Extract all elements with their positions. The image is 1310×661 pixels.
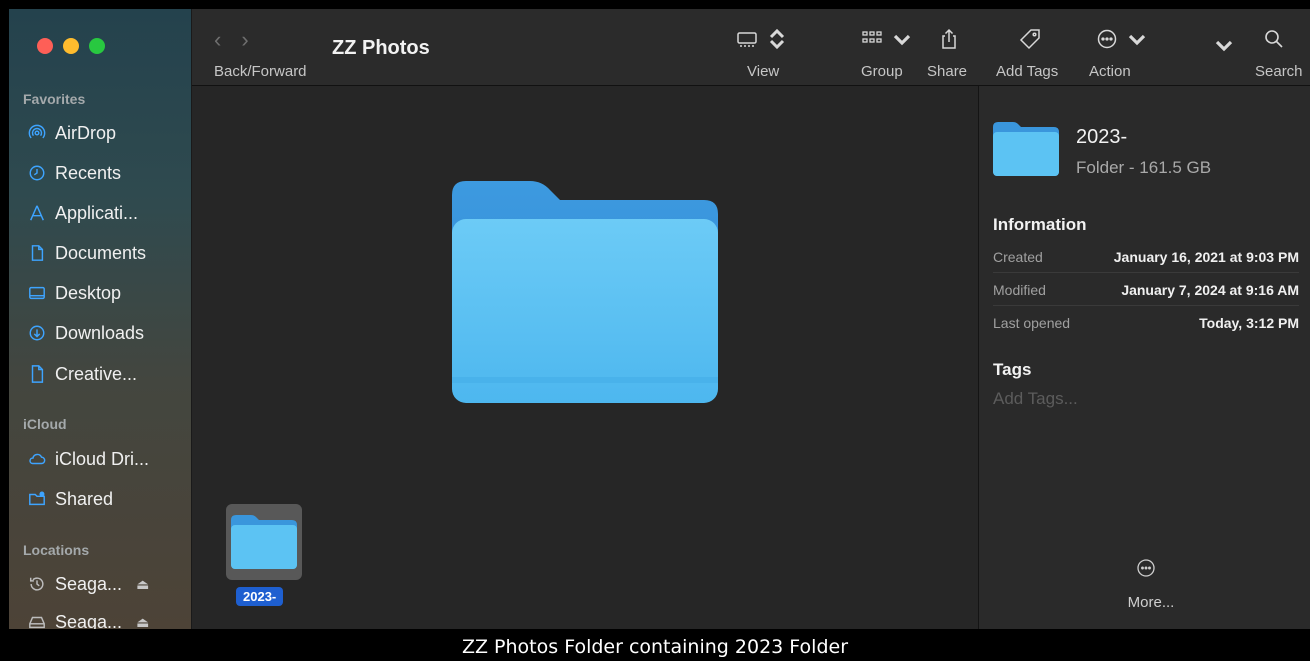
sidebar-item-label: Downloads	[55, 322, 145, 343]
add-tags-button[interactable]	[1018, 27, 1042, 51]
cloud-icon	[27, 449, 47, 469]
folder-preview-icon	[452, 181, 718, 403]
info-key: Modified	[993, 281, 1046, 298]
share-button[interactable]	[937, 27, 961, 51]
tags-heading: Tags	[993, 360, 1032, 379]
info-key: Created	[993, 248, 1043, 265]
group-button[interactable]	[860, 27, 914, 51]
download-icon	[27, 323, 47, 343]
view-icon	[737, 32, 757, 47]
info-row-last-opened: Last opened Today, 3:12 PM	[993, 307, 1299, 339]
tag-icon	[1019, 29, 1040, 50]
chevron-down-icon	[1215, 40, 1233, 52]
chevron-down-icon	[1128, 34, 1146, 46]
sidebar-item-label: Recents	[55, 162, 122, 183]
preview-pane: 2023- Folder - 161.5 GB Information Crea…	[978, 86, 1310, 629]
clock-icon	[27, 163, 47, 183]
time-machine-icon	[27, 574, 47, 594]
finder-window: Favorites AirDrop Recents Applicati... D…	[9, 9, 1310, 629]
sidebar-item-downloads[interactable]: Downloads	[19, 316, 187, 350]
item-name: 2023-	[1076, 126, 1128, 148]
forward-chevron-icon[interactable]: ›	[241, 27, 248, 53]
sidebar-item-label: Desktop	[55, 282, 122, 303]
sidebar-item-label: Seaga...	[55, 611, 123, 630]
back-forward-control: ‹ ›	[214, 27, 249, 53]
eject-icon[interactable]: ⏏	[136, 614, 149, 630]
more-icon[interactable]	[1136, 558, 1156, 578]
sidebar-item-label: Seaga...	[55, 573, 123, 594]
search-icon	[1265, 30, 1283, 48]
ellipsis-circle-icon	[1097, 29, 1117, 49]
favorites-heading: Favorites	[23, 91, 86, 107]
window-controls	[37, 38, 105, 54]
sidebar-item-desktop[interactable]: Desktop	[19, 276, 187, 310]
view-label: View	[747, 63, 780, 80]
action-button[interactable]	[1095, 27, 1149, 51]
zoom-button[interactable]	[89, 38, 105, 54]
sidebar-item-seagate-1[interactable]: Seaga... ⏏	[19, 567, 187, 601]
chevron-down-icon	[893, 34, 911, 46]
folder-icon	[993, 122, 1059, 176]
sidebar-item-label: AirDrop	[55, 122, 117, 143]
sidebar-item-label: Shared	[55, 488, 114, 509]
info-row-modified: Modified January 7, 2024 at 9:16 AM	[993, 274, 1299, 306]
group-icon	[862, 31, 882, 43]
file-browser-content[interactable]: 2023-	[192, 86, 978, 629]
more-button-label[interactable]: More...	[979, 594, 1310, 611]
sidebar-item-recents[interactable]: Recents	[19, 156, 187, 190]
file-icon	[27, 364, 47, 384]
locations-heading: Locations	[23, 542, 90, 558]
info-row-created: Created January 16, 2021 at 9:03 PM	[993, 241, 1299, 273]
information-heading: Information	[993, 215, 1087, 234]
sidebar-item-shared[interactable]: Shared	[19, 482, 187, 516]
item-kind-size: Folder - 161.5 GB	[1076, 158, 1212, 177]
back-forward-label: Back/Forward	[214, 63, 307, 80]
eject-icon[interactable]: ⏏	[136, 576, 149, 593]
folder-item-selected[interactable]	[226, 504, 302, 580]
window-title: ZZ Photos	[332, 37, 430, 59]
folder-icon	[231, 515, 297, 569]
close-button[interactable]	[37, 38, 53, 54]
action-label: Action	[1089, 63, 1131, 80]
minimize-button[interactable]	[63, 38, 79, 54]
sidebar-item-airdrop[interactable]: AirDrop	[19, 116, 187, 150]
share-label: Share	[927, 63, 968, 80]
back-chevron-icon[interactable]: ‹	[214, 27, 221, 53]
airdrop-icon	[27, 123, 47, 143]
sidebar-item-applications[interactable]: Applicati...	[19, 196, 187, 230]
view-button[interactable]	[735, 27, 789, 51]
add-tags-field[interactable]: Add Tags...	[993, 389, 1078, 409]
toolbar: ‹ › Back/Forward ZZ Photos View Group Sh…	[192, 9, 1310, 86]
selected-item-label[interactable]: 2023-	[236, 587, 284, 606]
sidebar-item-label: Documents	[55, 242, 147, 263]
applications-icon	[27, 203, 47, 223]
sidebar-item-icloud-drive[interactable]: iCloud Dri...	[19, 442, 187, 476]
sidebar-item-label: iCloud Dri...	[55, 448, 150, 469]
info-value: January 7, 2024 at 9:16 AM	[1121, 281, 1299, 298]
updown-chevron-icon	[769, 28, 785, 50]
drive-icon	[27, 612, 47, 629]
document-icon	[27, 243, 47, 263]
group-label: Group	[861, 63, 903, 80]
info-key: Last opened	[993, 315, 1071, 331]
info-value: Today, 3:12 PM	[1199, 315, 1299, 331]
sidebar-item-creative[interactable]: Creative...	[19, 357, 187, 391]
search-button[interactable]	[1262, 27, 1286, 51]
sidebar-item-label: Applicati...	[55, 202, 139, 223]
shared-folder-icon	[27, 489, 47, 509]
desktop-icon	[27, 283, 47, 303]
icloud-heading: iCloud	[23, 416, 67, 432]
sidebar-item-seagate-2[interactable]: Seaga... ⏏	[19, 605, 187, 629]
sidebar: Favorites AirDrop Recents Applicati... D…	[9, 9, 192, 629]
sidebar-item-documents[interactable]: Documents	[19, 236, 187, 270]
info-value: January 16, 2021 at 9:03 PM	[1113, 248, 1299, 265]
share-icon	[942, 28, 956, 49]
overflow-chevron-button[interactable]	[1212, 33, 1236, 57]
caption-text: ZZ Photos Folder containing 2023 Folder	[0, 629, 1310, 661]
add-tags-label: Add Tags	[996, 63, 1059, 80]
sidebar-item-label: Creative...	[55, 363, 138, 384]
search-label: Search	[1255, 63, 1303, 80]
